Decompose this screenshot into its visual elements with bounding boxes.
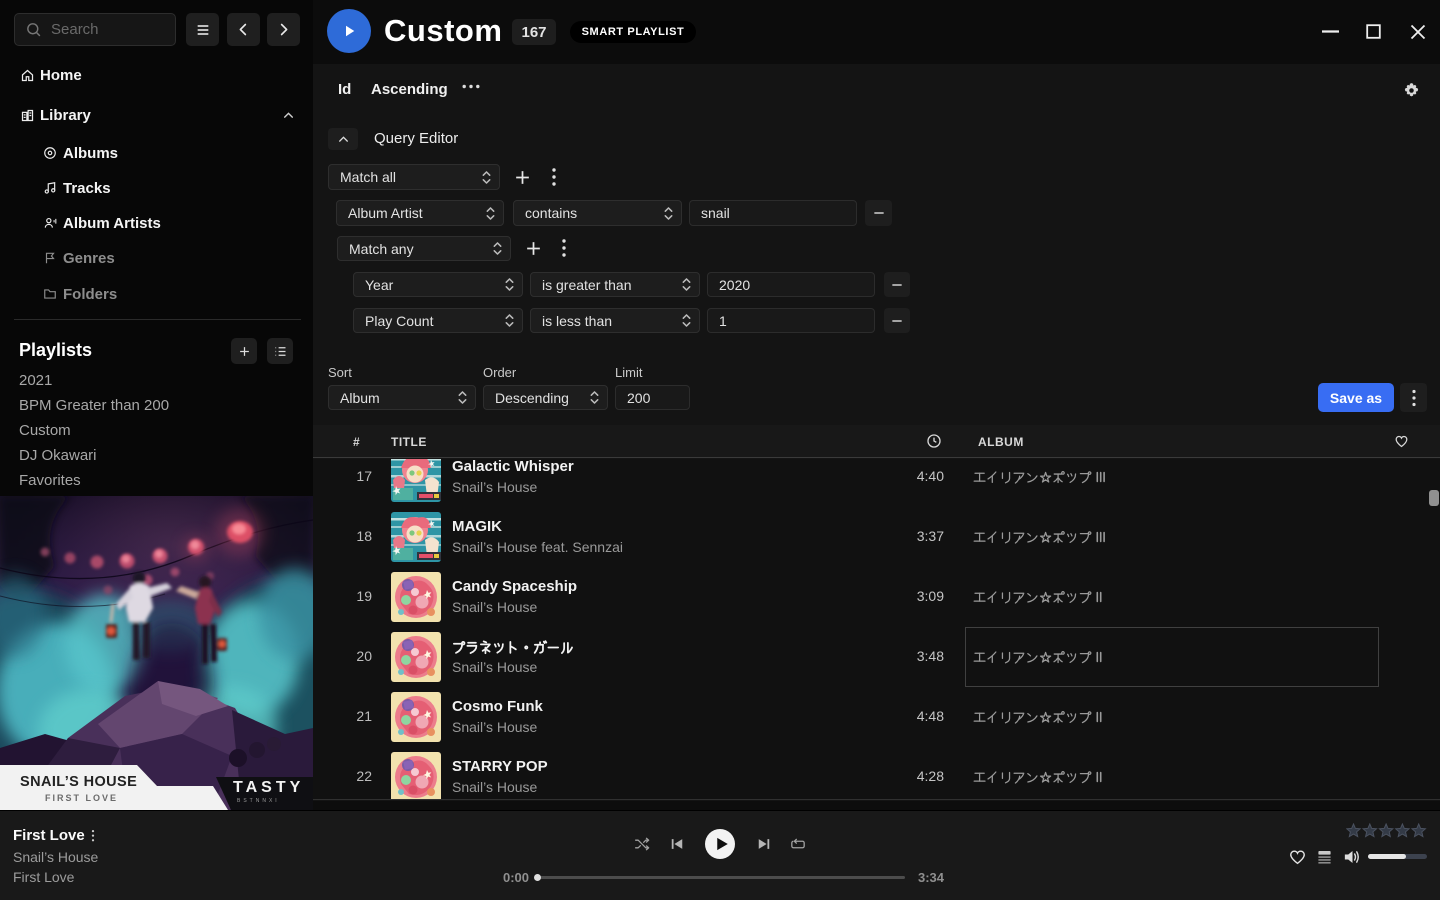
svg-text:TASTY: TASTY (233, 779, 304, 796)
svg-text:FIRST LOVE: FIRST LOVE (45, 793, 118, 803)
svg-text:SNAIL’S HOUSE: SNAIL’S HOUSE (20, 774, 137, 790)
svg-text:BSTNNXI: BSTNNXI (237, 798, 280, 804)
